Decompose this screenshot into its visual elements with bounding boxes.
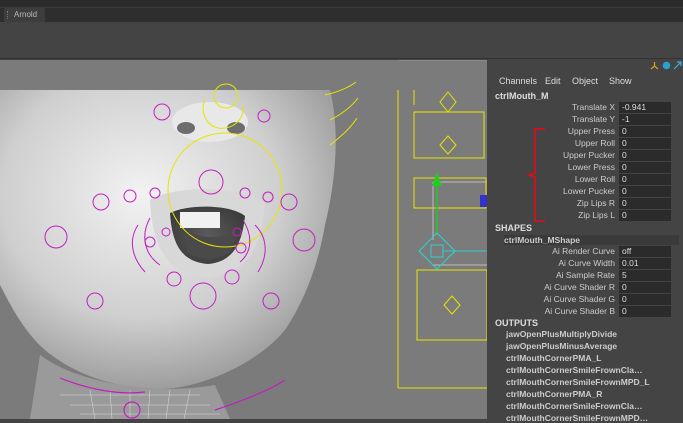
channel-label: Upper Pucker: [563, 150, 615, 160]
channel-ai-curve-width[interactable]: Ai Curve Width 0.01: [490, 258, 683, 270]
tab-grip-icon: [7, 11, 10, 19]
channel-value[interactable]: 0: [619, 138, 671, 149]
channel-value[interactable]: 0: [619, 210, 671, 221]
title-bar: Arnold: [0, 0, 683, 23]
shape-node-name[interactable]: ctrlMouth_MShape: [504, 235, 679, 245]
channel-label: Translate X: [571, 102, 615, 112]
channel-label: Ai Sample Rate: [555, 270, 615, 280]
channel-label: Ai Curve Shader B: [544, 306, 615, 316]
channel-label: Lower Press: [567, 162, 615, 172]
channel-value[interactable]: -0.941: [619, 102, 671, 113]
menu-channels[interactable]: Channels: [499, 76, 537, 86]
axis-gizmo-icon[interactable]: [650, 61, 659, 70]
left-nostril: [177, 122, 195, 134]
channel-lower-press[interactable]: Lower Press 0: [490, 162, 683, 174]
shelf-area: [0, 22, 683, 59]
output-node[interactable]: ctrlMouthCornerPMA_R: [506, 389, 676, 399]
channel-label: Lower Pucker: [563, 186, 615, 196]
channel-ai-sample-rate[interactable]: Ai Sample Rate 5: [490, 270, 683, 282]
node-name[interactable]: ctrlMouth_M: [495, 91, 549, 101]
channel-box: Channels Edit Object Show ctrlMouth_M Tr…: [490, 59, 683, 423]
menu-edit[interactable]: Edit: [545, 76, 561, 86]
output-node[interactable]: ctrlMouthCornerPMA_L: [506, 353, 676, 363]
channel-value[interactable]: 5: [619, 270, 671, 281]
channel-label: Upper Roll: [574, 138, 615, 148]
channel-label: Ai Render Curve: [552, 246, 615, 256]
channel-translate-x[interactable]: Translate X -0.941: [490, 102, 683, 114]
channel-label: Upper Press: [567, 126, 615, 136]
channel-value[interactable]: 0: [619, 126, 671, 137]
channel-value[interactable]: 0.01: [619, 258, 671, 269]
output-node[interactable]: jawOpenPlusMultiplyDivide: [506, 329, 676, 339]
output-node[interactable]: ctrlMouthCornerSmileFrownCla…: [506, 365, 676, 375]
channel-value[interactable]: 0: [619, 150, 671, 161]
channel-label: Ai Curve Shader R: [544, 282, 615, 292]
shelf-tab-strip: [0, 7, 683, 23]
channel-translate-y[interactable]: Translate Y -1: [490, 114, 683, 126]
channel-label: Translate Y: [572, 114, 615, 124]
blue-handle[interactable]: [480, 195, 487, 207]
channel-value[interactable]: 0: [619, 174, 671, 185]
channel-value[interactable]: -1: [619, 114, 671, 125]
channel-value[interactable]: 0: [619, 186, 671, 197]
output-node[interactable]: ctrlMouthCornerSmileFrownMPD…: [506, 413, 676, 423]
channel-ai-curve-shader-g[interactable]: Ai Curve Shader G 0: [490, 294, 683, 306]
channel-ai-render-curve[interactable]: Ai Render Curve off: [490, 246, 683, 258]
channel-upper-pucker[interactable]: Upper Pucker 0: [490, 150, 683, 162]
expand-icon[interactable]: [673, 61, 682, 70]
sphere-icon[interactable]: [662, 61, 671, 70]
viewport-3d[interactable]: [0, 60, 487, 419]
nose-tip-mesh: [172, 102, 248, 142]
channel-upper-press[interactable]: Upper Press 0: [490, 126, 683, 138]
channel-label: Ai Curve Shader G: [543, 294, 615, 304]
channel-ai-curve-shader-b[interactable]: Ai Curve Shader B 0: [490, 306, 683, 318]
channel-label: Zip Lips R: [576, 198, 615, 208]
channel-zip-lips-r[interactable]: Zip Lips R 0: [490, 198, 683, 210]
channel-box-toolbar: [490, 59, 683, 73]
channel-label: Ai Curve Width: [558, 258, 615, 268]
channel-lower-pucker[interactable]: Lower Pucker 0: [490, 186, 683, 198]
tab-arnold[interactable]: Arnold: [4, 8, 46, 22]
output-node[interactable]: jawOpenPlusMinusAverage: [506, 341, 676, 351]
channel-upper-roll[interactable]: Upper Roll 0: [490, 138, 683, 150]
channel-value[interactable]: 0: [619, 294, 671, 305]
output-node[interactable]: ctrlMouthCornerSmileFrownCla…: [506, 401, 676, 411]
channel-value[interactable]: 0: [619, 306, 671, 317]
viewport-scene[interactable]: [0, 60, 487, 419]
channel-label: Lower Roll: [574, 174, 615, 184]
channel-label: Zip Lips L: [578, 210, 615, 220]
channel-box-menu: Channels Edit Object Show: [490, 75, 683, 89]
outputs-header[interactable]: OUTPUTS: [495, 318, 538, 328]
menu-show[interactable]: Show: [609, 76, 632, 86]
channel-zip-lips-l[interactable]: Zip Lips L 0: [490, 210, 683, 222]
menu-object[interactable]: Object: [572, 76, 598, 86]
channel-value[interactable]: off: [619, 246, 671, 257]
annotation-bracket: [527, 128, 545, 222]
channel-ai-curve-shader-r[interactable]: Ai Curve Shader R 0: [490, 282, 683, 294]
channel-value[interactable]: 0: [619, 198, 671, 209]
shapes-header[interactable]: SHAPES: [495, 223, 532, 233]
channel-value[interactable]: 0: [619, 162, 671, 173]
channel-lower-roll[interactable]: Lower Roll 0: [490, 174, 683, 186]
teeth-mesh: [180, 212, 220, 228]
tab-label: Arnold: [14, 10, 38, 19]
channel-value[interactable]: 0: [619, 282, 671, 293]
output-node[interactable]: ctrlMouthCornerSmileFrownMPD_L: [506, 377, 676, 387]
